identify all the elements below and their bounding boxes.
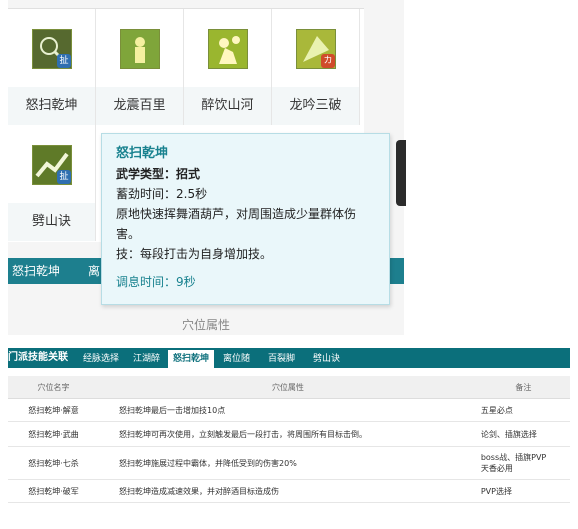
skill-name: 醉饮山河 bbox=[184, 87, 271, 125]
skill-badge: カ bbox=[321, 54, 335, 68]
relation-section: 门派技能关联 经脉选择 江湖醉 怒扫乾坤 离位随 百裂脚 劈山诀 穴位名字 穴位… bbox=[8, 348, 570, 529]
tooltip-title: 怒扫乾坤 bbox=[116, 146, 169, 161]
tab-jingmai[interactable]: 经脉选择 bbox=[78, 350, 124, 368]
column-header: 穴位名字 bbox=[8, 376, 100, 399]
mountain-split-skill-icon[interactable]: 扯 bbox=[32, 145, 72, 185]
table-row: 怒扫乾坤·武曲 怒扫乾坤可再次使用，立刻触发最后一段打击，将周围所有目标击倒。 … bbox=[8, 421, 570, 447]
skill-name: 龙吟三破 bbox=[272, 87, 359, 125]
column-header: 穴位属性 bbox=[99, 376, 477, 399]
table-row: 怒扫乾坤·七杀 怒扫乾坤施展过程中霸体，并降低受到的伤害20% boss战、插旗… bbox=[8, 446, 570, 480]
relation-header: 门派技能关联 经脉选择 江湖醉 怒扫乾坤 离位随 百裂脚 劈山诀 bbox=[8, 348, 570, 368]
tooltip-charge: 蓄劲时间：2.5秒 bbox=[116, 187, 208, 201]
skill-cell[interactable]: 龙震百里 bbox=[96, 9, 184, 125]
column-header: 备注 bbox=[476, 376, 570, 399]
tooltip-description: 原地快速挥舞酒葫芦，对周围造成少量群体伤害。 bbox=[116, 207, 357, 241]
tooltip-cooldown: 调息时间：9秒 bbox=[116, 275, 196, 289]
skill-name: 劈山诀 bbox=[8, 203, 95, 241]
tab-pishan[interactable]: 劈山诀 bbox=[308, 350, 345, 368]
sweep-skill-icon[interactable]: 扯 bbox=[32, 29, 72, 69]
tooltip-extra: 技：每段打击为自身增加技。 bbox=[116, 247, 273, 261]
dragon-shock-skill-icon[interactable] bbox=[120, 29, 160, 69]
table-row: 怒扫乾坤·破军 怒扫乾坤造成减速效果，并对醉酒目标造成伤 PVP选择 bbox=[8, 479, 570, 503]
drunk-drink-skill-icon[interactable] bbox=[208, 29, 248, 69]
skill-name: 怒扫乾坤 bbox=[8, 87, 95, 125]
tab-nusao[interactable]: 怒扫乾坤 bbox=[168, 350, 215, 368]
panel-footer: 穴位属性 bbox=[181, 318, 230, 332]
tooltip-type: 武学类型：招式 bbox=[116, 167, 201, 181]
tab-next[interactable]: 离 bbox=[88, 258, 100, 284]
skill-cell[interactable]: 醉饮山河 bbox=[184, 9, 272, 125]
table-row: 怒扫乾坤·解意 怒扫乾坤最后一击增加技10点 五星必点 bbox=[8, 398, 570, 422]
skill-cell[interactable]: 扯 劈山诀 bbox=[8, 125, 96, 241]
skill-tooltip: 怒扫乾坤 武学类型：招式 蓄劲时间：2.5秒 原地快速挥舞酒葫芦，对周围造成少量… bbox=[101, 133, 390, 305]
skill-name: 龙震百里 bbox=[96, 87, 183, 125]
skill-cell[interactable]: 扯 怒扫乾坤 bbox=[8, 9, 96, 125]
background-fragment bbox=[396, 140, 406, 206]
tab-jianghu[interactable]: 江湖醉 bbox=[128, 350, 165, 368]
skill-badge: 扯 bbox=[57, 170, 71, 184]
dragon-roar-skill-icon[interactable]: カ bbox=[296, 29, 336, 69]
relation-title: 门派技能关联 bbox=[8, 352, 68, 363]
skill-cell[interactable]: カ 龙吟三破 bbox=[272, 9, 360, 125]
tab-bailie[interactable]: 百裂脚 bbox=[263, 350, 300, 368]
relation-table: 穴位名字 穴位属性 备注 怒扫乾坤·解意 怒扫乾坤最后一击增加技10点 五星必点… bbox=[8, 376, 570, 503]
tab-liwei[interactable]: 离位随 bbox=[218, 350, 255, 368]
tab-active[interactable]: 怒扫乾坤 bbox=[12, 258, 60, 284]
skill-badge: 扯 bbox=[57, 54, 71, 68]
